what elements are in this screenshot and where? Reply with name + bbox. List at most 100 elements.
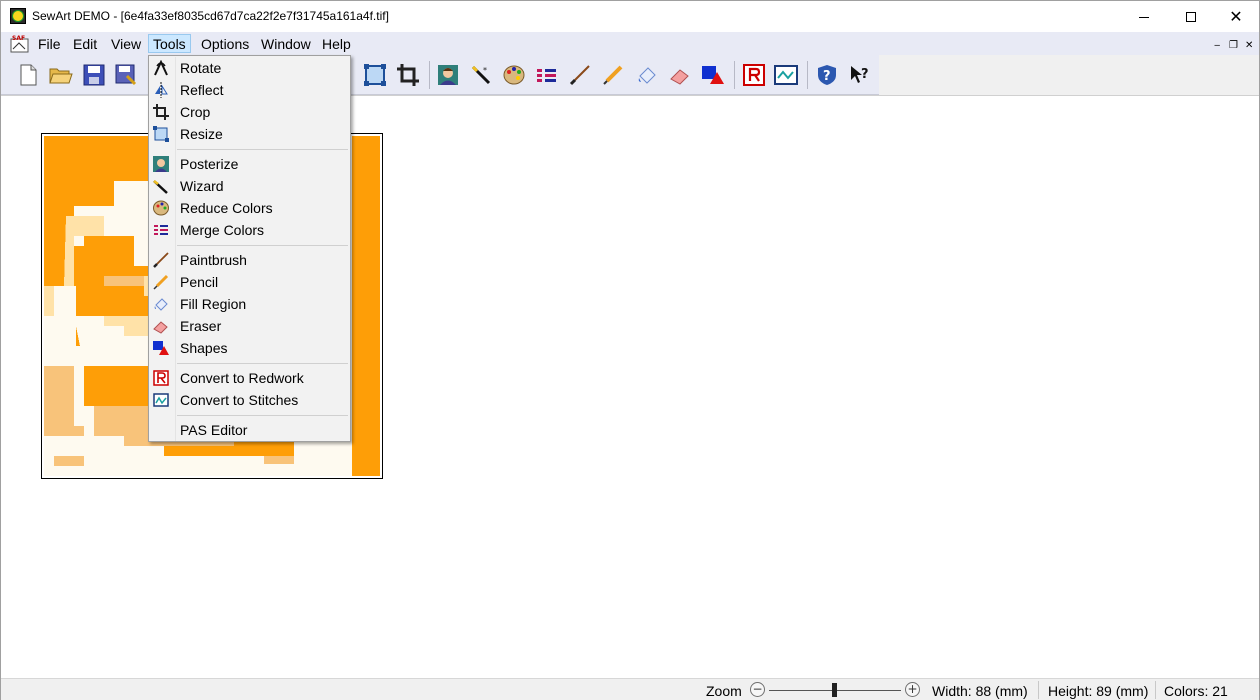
menu-item-pencil[interactable]: Pencil (151, 271, 348, 293)
menu-item-reduce-colors[interactable]: Reduce Colors (151, 197, 348, 219)
reflect-icon (153, 82, 169, 98)
menu-item-wizard[interactable]: Wizard (151, 175, 348, 197)
maximize-icon (1186, 11, 1196, 22)
mdi-restore-icon[interactable]: ❐ (1229, 41, 1238, 51)
menu-item-label: Wizard (180, 178, 224, 194)
redwork-toolbar-button[interactable] (742, 63, 766, 87)
crop-toolbar-button[interactable] (396, 63, 420, 87)
menu-item-label: Merge Colors (180, 222, 265, 238)
menu-item-label: Resize (180, 126, 223, 142)
svg-text:?: ? (861, 67, 869, 82)
zoom-in-button[interactable]: + (905, 682, 920, 697)
shapes-toolbar-button[interactable] (701, 63, 725, 87)
menu-edit[interactable]: Edit (68, 34, 102, 53)
paintbrush-toolbar-button[interactable] (568, 63, 592, 87)
posterize-icon (438, 65, 458, 85)
resize-icon (153, 126, 169, 142)
maximize-button[interactable] (1168, 1, 1214, 32)
context-help-toolbar-button[interactable]: ? (848, 63, 872, 87)
status-bar: Zoom − + Width: 88 (mm) Height: 89 (mm) … (1, 678, 1259, 700)
posterize-toolbar-button[interactable] (436, 63, 460, 87)
app-window: SewArt DEMO - [6e4fa33ef8035cd67d7ca22f2… (0, 0, 1260, 700)
menu-item-reflect[interactable]: Reflect (151, 79, 348, 101)
save-button[interactable] (82, 63, 106, 87)
wizard-toolbar-button[interactable]: * (469, 63, 493, 87)
sewart-app-icon[interactable] (10, 8, 26, 24)
menu-separator (177, 363, 348, 364)
redwork-icon (153, 370, 169, 386)
wizard-icon: * (471, 65, 491, 85)
menu-file[interactable]: File (33, 34, 66, 53)
menu-help[interactable]: Help (317, 34, 356, 53)
open-folder-icon (49, 68, 73, 84)
save-as-icon (115, 64, 137, 86)
new-file-button[interactable] (16, 63, 40, 87)
wizard-icon (153, 178, 169, 194)
convert-stitches-toolbar-button[interactable] (774, 63, 798, 87)
zoom-label: Zoom (706, 683, 742, 699)
menu-item-pas-editor[interactable]: PAS Editor (151, 419, 348, 441)
menu-tools[interactable]: Tools (148, 34, 191, 53)
help-icon: ? (818, 65, 836, 85)
crop-icon (397, 64, 419, 86)
toolbar: * ? ? (1, 55, 879, 95)
menu-item-paintbrush[interactable]: Paintbrush (151, 249, 348, 271)
menu-item-label: Posterize (180, 156, 239, 172)
rotate-icon (153, 60, 169, 76)
menu-item-crop[interactable]: Crop (151, 101, 348, 123)
reduce-colors-toolbar-button[interactable] (502, 63, 526, 87)
close-button[interactable]: ✕ (1213, 1, 1259, 32)
menu-item-posterize[interactable]: Posterize (151, 153, 348, 175)
toolbar-empty-area (879, 55, 1259, 95)
menu-item-label: Paintbrush (180, 252, 247, 268)
window-title: SewArt DEMO - [6e4fa33ef8035cd67d7ca22f2… (32, 9, 389, 23)
reduce-colors-icon (503, 65, 525, 85)
convert-stitches-icon (153, 392, 169, 408)
resize-toolbar-button[interactable] (363, 63, 387, 87)
toolbar-separator (807, 61, 808, 89)
save-as-button[interactable] (114, 63, 138, 87)
context-help-icon: ? (851, 66, 869, 83)
help-toolbar-button[interactable]: ? (815, 63, 839, 87)
menu-view[interactable]: View (106, 34, 146, 53)
minimize-button[interactable] (1121, 1, 1167, 32)
fill-region-toolbar-button[interactable] (635, 63, 659, 87)
image-width-readout: Width: 88 (mm) (932, 683, 1028, 699)
eraser-toolbar-button[interactable] (668, 63, 692, 87)
menu-item-eraser[interactable]: Eraser (151, 315, 348, 337)
svg-text:?: ? (823, 69, 831, 84)
zoom-in-icon: + (907, 682, 918, 696)
pencil-toolbar-button[interactable] (601, 63, 625, 87)
menu-window[interactable]: Window (256, 34, 316, 53)
pencil-icon (153, 274, 169, 290)
menu-item-rotate[interactable]: Rotate (151, 57, 348, 79)
mdi-close-icon[interactable]: ✕ (1245, 41, 1253, 51)
menu-item-label: Eraser (180, 318, 222, 334)
shapes-icon (153, 340, 169, 356)
zoom-out-icon: − (752, 682, 763, 696)
menu-item-convert-to-redwork[interactable]: Convert to Redwork (151, 367, 348, 389)
merge-colors-toolbar-button[interactable] (535, 63, 559, 87)
menu-item-label: Pencil (180, 274, 219, 290)
sewart-menu-logo-icon[interactable]: SAF (10, 35, 29, 53)
menu-options[interactable]: Options (196, 34, 254, 53)
mdi-minimize-icon[interactable]: ‒ (1214, 41, 1220, 51)
menu-item-label: Crop (180, 104, 211, 120)
zoom-out-button[interactable]: − (750, 682, 765, 697)
menu-item-shapes[interactable]: Shapes (151, 337, 348, 359)
menu-item-merge-colors[interactable]: Merge Colors (151, 219, 348, 241)
title-bar: SewArt DEMO - [6e4fa33ef8035cd67d7ca22f2… (1, 1, 1259, 32)
status-divider (1155, 681, 1156, 699)
menu-item-resize[interactable]: Resize (151, 123, 348, 145)
open-button[interactable] (49, 63, 73, 87)
menu-separator (177, 415, 348, 416)
fill-region-icon (638, 67, 656, 84)
menu-item-fill-region[interactable]: Fill Region (151, 293, 348, 315)
menu-item-convert-to-stitches[interactable]: Convert to Stitches (151, 389, 348, 411)
zoom-slider-thumb[interactable] (832, 683, 837, 697)
merge-colors-icon (153, 222, 169, 238)
toolbar-separator (429, 61, 430, 89)
menu-logo-text: SAF (12, 35, 25, 42)
menu-item-label: Shapes (180, 340, 228, 356)
eraser-icon (153, 318, 169, 334)
